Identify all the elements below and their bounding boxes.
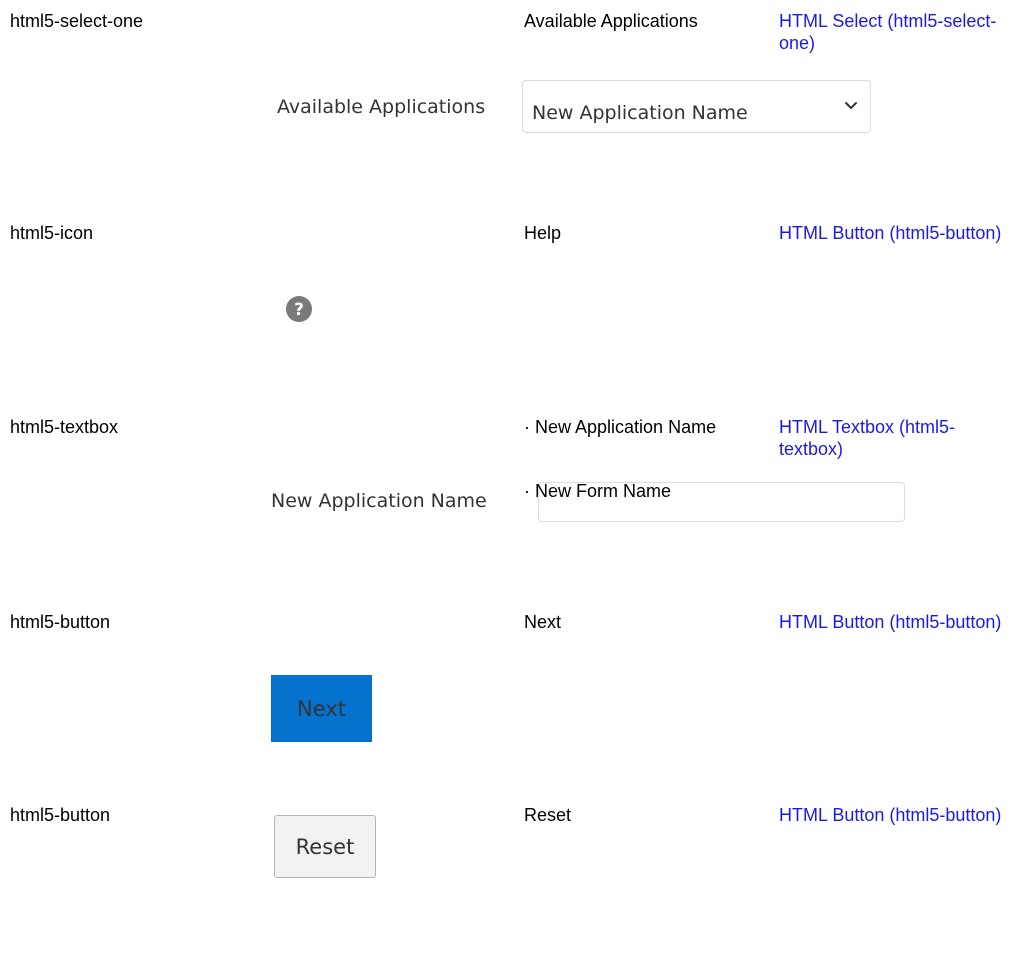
link-html-button-next[interactable]: HTML Button (html5-button) (779, 611, 1019, 633)
screenshot-textbox-label: New Application Name (271, 490, 487, 512)
reset-button[interactable]: Reset (274, 815, 376, 878)
row-label-list: · New Application Name (524, 416, 724, 438)
row-type-button-next: html5-button (10, 612, 111, 632)
row-label-item-new-form-name: · New Form Name (524, 481, 672, 501)
reset-button-label: Reset (295, 834, 355, 859)
screenshot-select-label: Available Applications (277, 96, 486, 118)
chevron-down-icon (845, 102, 857, 109)
row-label-next: Next (524, 612, 562, 632)
available-applications-select[interactable]: New Application Name (522, 80, 871, 133)
link-html-textbox[interactable]: HTML Textbox (html5-textbox) (779, 416, 1019, 460)
select-value: New Application Name (532, 102, 748, 124)
row-label-help: Help (524, 223, 562, 243)
next-button[interactable]: Next (271, 675, 372, 742)
link-html-button-help[interactable]: HTML Button (html5-button) (779, 222, 1019, 244)
row-type-select-one: html5-select-one (10, 11, 144, 31)
link-html-button-reset[interactable]: HTML Button (html5-button) (779, 804, 1019, 826)
row-label-reset: Reset (524, 805, 572, 825)
next-button-label: Next (297, 696, 346, 721)
row-type-textbox: html5-textbox (10, 417, 119, 437)
row-type-icon: html5-icon (10, 223, 94, 243)
question-circle-icon[interactable]: ? (282, 292, 316, 326)
row-label-item-new-application-name: · New Application Name (524, 417, 717, 437)
row-type-button-reset: html5-button (10, 805, 111, 825)
row-label-available-applications: Available Applications (524, 11, 698, 31)
link-html-select[interactable]: HTML Select (html5-select-one) (779, 10, 1019, 54)
svg-text:?: ? (294, 300, 304, 320)
